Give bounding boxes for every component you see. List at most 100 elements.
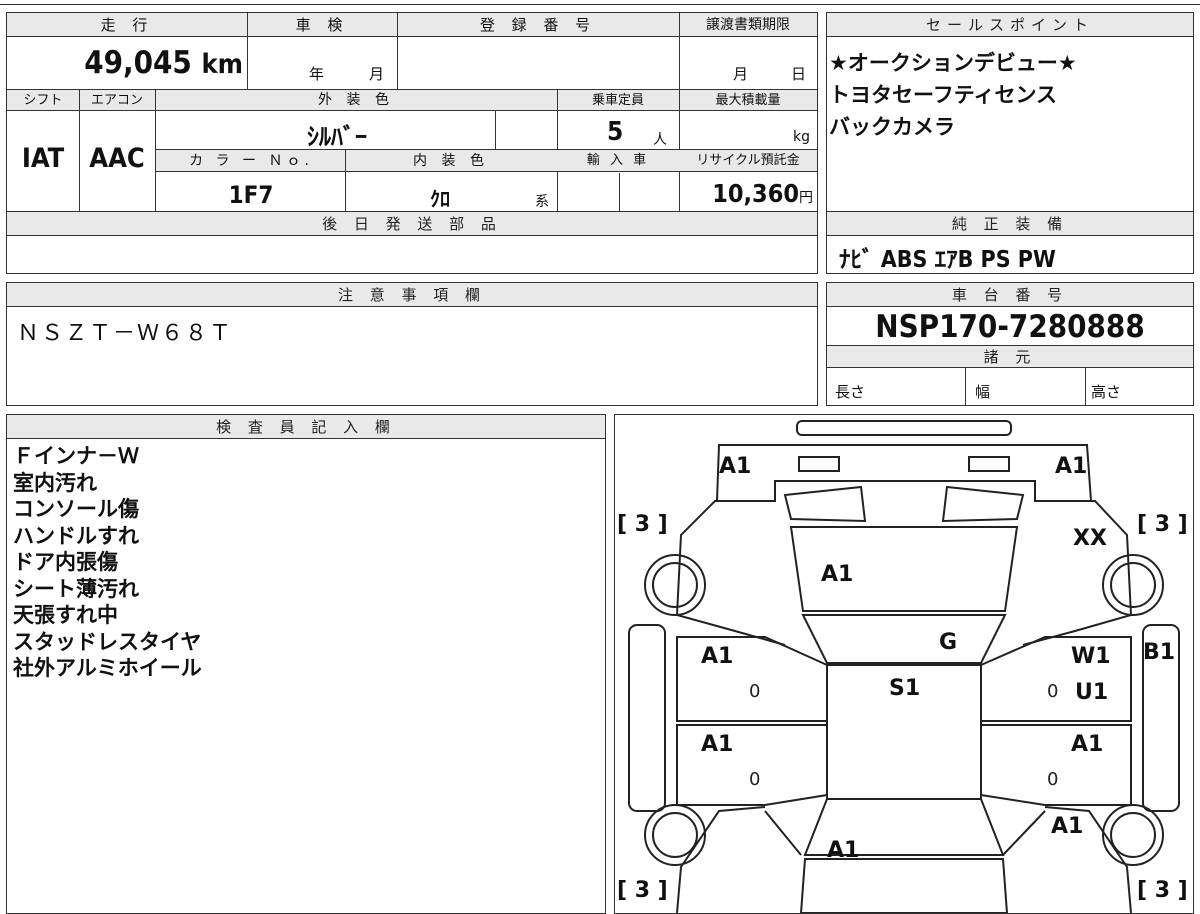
code-front-right-fender: XX [1073,526,1107,551]
code-hood: A1 [821,562,853,587]
zero-mark: 0 [749,681,760,702]
specs-label: 諸 元 [827,346,1193,368]
recycle-unit: 円 [799,190,813,206]
left-headlight-shape [798,456,840,472]
interior-color-suffix: 系 [535,194,549,210]
chassis-label: 車 台 番 号 [827,283,1193,307]
left-grille-shape [783,485,867,523]
height-label: 高さ [1091,383,1122,401]
rear-right-door-shape [980,724,1132,806]
registration-label: 登 録 番 号 [479,16,597,34]
sales-points-label: セールスポイント [827,13,1193,37]
maxload-label: 最大積載量 [715,93,781,108]
sales-point-line: ★オークションデビュー★ [829,51,1077,75]
front-bumper-shape [796,420,1012,436]
inspector-note: Ｆインナ－Ｗ [13,444,139,468]
capacity-label: 乗車定員 [591,93,644,108]
trunk-shape [799,858,1009,913]
sales-points-section: セールスポイント ★オークションデビュー★ トヨタセーフティセンス バックカメラ [826,12,1194,212]
deadline-month: 月 [733,65,749,83]
shaken-label: 車 検 [295,16,349,34]
width-label: 幅 [975,383,991,401]
sales-point-line: バックカメラ [829,115,955,139]
recycle-value: 10,360円 [679,179,813,208]
ac-label: エアコン [90,93,143,108]
code-front-right-door-1: W1 [1071,644,1111,669]
capacity-unit: 人 [653,132,667,148]
tire-mark: [ 3 ] [617,878,668,903]
caution-section: 注 意 事 項 欄 ＮＳＺＴ－Ｗ６８Ｔ [6,282,818,406]
later-parts-section: 後 日 発 送 部 品 [6,212,818,274]
code-front-left-corner: A1 [719,454,751,479]
code-front-right-corner: A1 [1055,454,1087,479]
shaken-month: 月 [369,65,385,83]
tire-mark: [ 3 ] [617,512,668,537]
inspector-note: コンソール傷 [13,497,139,521]
code-windshield: G [939,630,957,655]
inspector-note-list: Ｆインナ－Ｗ 室内汚れ コンソール傷 ハンドルすれ ドア内張傷 シート薄汚れ 天… [13,443,202,682]
mileage-value: 49,045 km [7,39,243,87]
capacity-value: 5 [607,117,624,147]
interior-color-label: 内 装 色 [413,153,489,169]
chassis-number: NSP170-7280888 [875,309,1145,345]
maxload-unit: kg [793,129,810,145]
inspector-notes-section: 検 査 員 記 入 欄 Ｆインナ－Ｗ 室内汚れ コンソール傷 ハンドルすれ ドア… [6,414,606,914]
car-outline-svg: A1 A1 A1 XX G S1 A1 W1 U1 B1 A1 A1 A1 A1… [617,420,1188,913]
zero-mark: 0 [1047,681,1058,702]
mileage-number: 49,045 [84,45,192,81]
damage-diagram: A1 A1 A1 XX G S1 A1 W1 U1 B1 A1 A1 A1 A1… [614,414,1194,914]
inspector-note: シート薄汚れ [13,576,139,601]
code-right-pillar: B1 [1143,640,1175,665]
inspector-label: 検 査 員 記 入 欄 [7,415,605,439]
equipment-value: ﾅﾋﾞ ABS ｴｱB PS PW [839,247,1056,273]
shift-label: シフト [23,93,63,108]
code-front-right-door-2: U1 [1075,680,1108,705]
equipment-label: 純 正 装 備 [827,212,1193,236]
inspector-note: 室内汚れ [13,470,97,495]
shaken-year: 年 [309,65,325,83]
left-pillar-shape [628,624,666,812]
zero-mark: 0 [1047,769,1058,790]
mileage-unit: km [201,49,243,80]
front-left-door-shape [676,636,828,722]
zero-mark: 0 [749,769,760,790]
exterior-color-label: 外 装 色 [318,92,394,108]
code-trunk: A1 [827,838,859,863]
chassis-section: 車 台 番 号 NSP170-7280888 諸 元 長さ 幅 高さ [826,282,1194,406]
mileage-label: 走 行 [100,16,154,34]
inspector-note: ドア内張傷 [13,550,118,574]
right-headlight-shape [968,456,1010,472]
later-parts-label: 後 日 発 送 部 品 [7,212,817,236]
ac-value: AAC [89,143,145,174]
inspector-note: ハンドルすれ [13,523,139,548]
windshield-shape [801,614,1007,664]
vehicle-info-table: 走 行 車 検 登 録 番 号 譲渡書類期限 49,045 km 年 月 月 日… [6,12,818,212]
code-roof: S1 [889,676,920,701]
deadline-day: 日 [791,65,807,83]
sales-point-line: トヨタセーフティセンス [829,83,1058,107]
color-number-value: 1F7 [228,181,274,209]
length-label: 長さ [835,383,866,401]
exterior-color-value: ｼﾙﾊﾞｰ [307,123,367,151]
caution-value: ＮＳＺＴ－Ｗ６８Ｔ [17,321,234,346]
color-number-label: カ ラ ー Ｎｏ. [189,153,313,169]
inspector-note: スタッドレスタイヤ [13,629,202,654]
deadline-label: 譲渡書類期限 [706,17,790,33]
top-edge-line [0,4,1200,5]
code-rear-left-door: A1 [701,732,733,757]
equipment-section: 純 正 装 備 ﾅﾋﾞ ABS ｴｱB PS PW [826,212,1194,274]
recycle-label: リサイクル預託金 [696,153,800,168]
interior-color-value: ｸﾛ [430,187,450,211]
code-rear-right-fender: A1 [1051,814,1083,839]
caution-label: 注 意 事 項 欄 [7,283,817,307]
inspector-note: 社外アルミホイール [13,656,202,680]
recycle-number: 10,360 [712,179,799,208]
shift-value: IAT [21,143,65,174]
tire-mark: [ 3 ] [1137,878,1188,903]
code-rear-right-door: A1 [1071,732,1103,757]
code-front-left-door: A1 [701,644,733,669]
import-label: 輸 入 車 [586,153,650,168]
right-grille-shape [941,485,1025,523]
inspector-note: 天張すれ中 [13,603,118,627]
front-nose-shape [715,444,1093,502]
